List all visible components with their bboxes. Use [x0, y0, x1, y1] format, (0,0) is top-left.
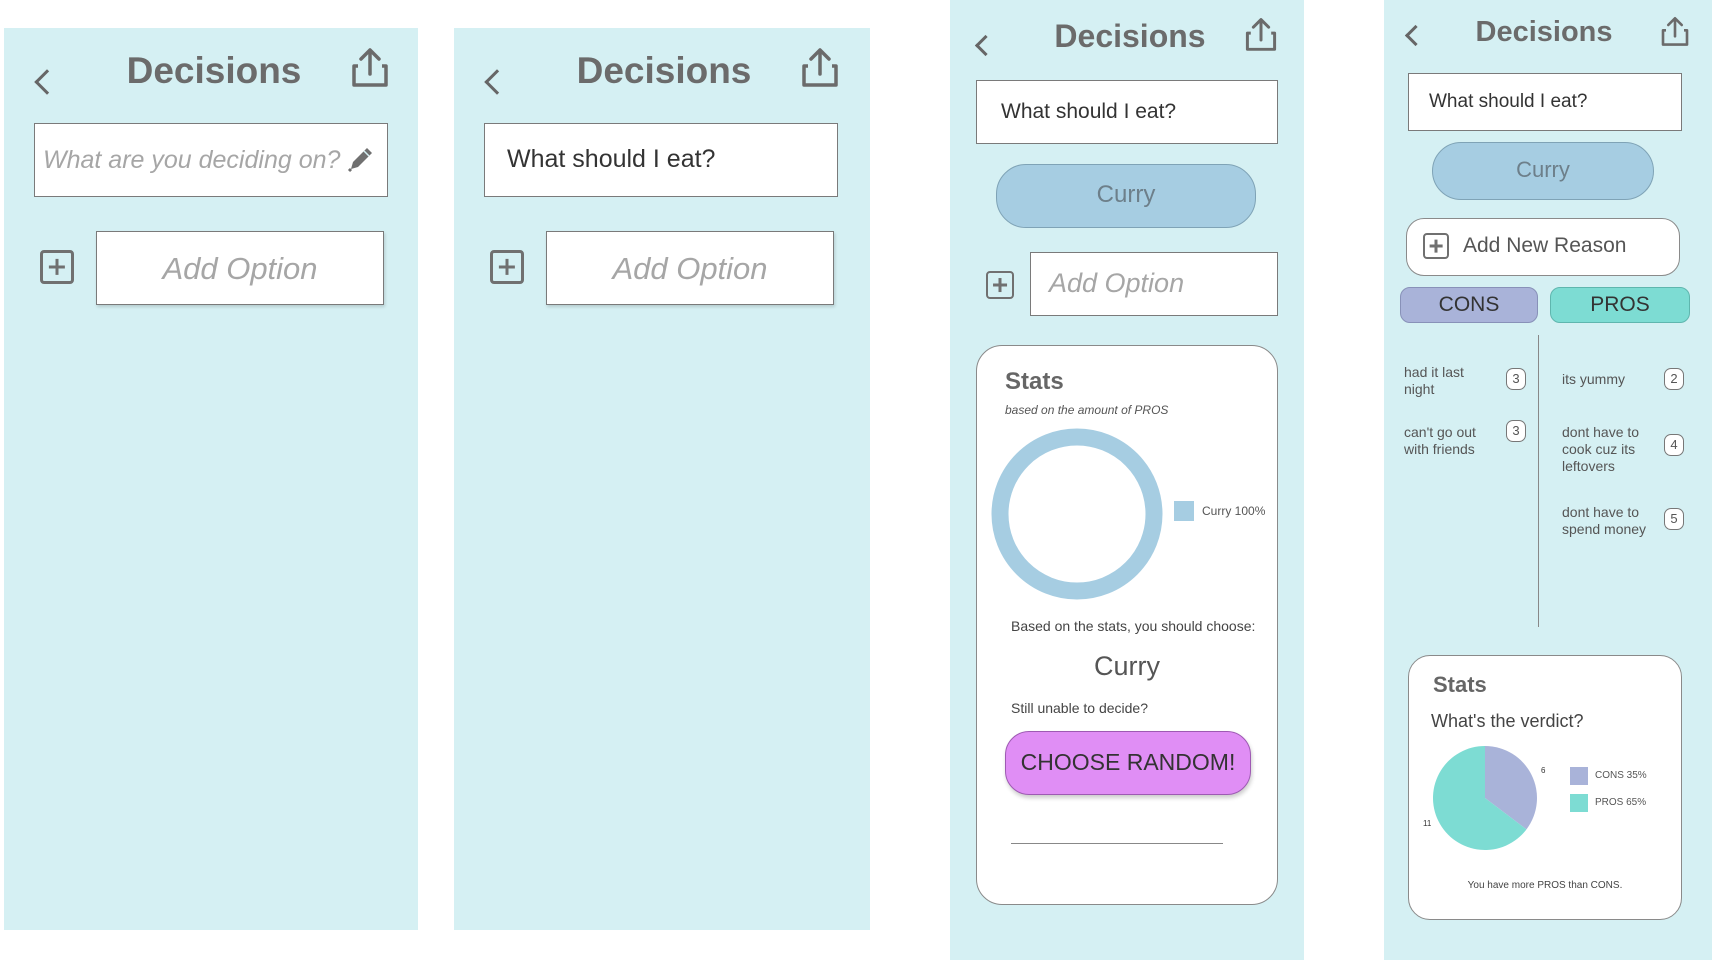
con-reason-2: can't go out with friends	[1404, 424, 1476, 457]
stats-title: Stats	[1005, 368, 1064, 395]
back-chevron-icon[interactable]	[974, 34, 997, 57]
pro-reason-1: its yummy	[1562, 371, 1625, 387]
add-option-input[interactable]: Add Option	[546, 231, 834, 305]
decision-input-placeholder: What are you deciding on?	[43, 146, 341, 174]
pros-cons-divider	[1538, 335, 1539, 627]
legend-swatch-pros	[1570, 794, 1588, 812]
screen-pros-cons: Decisions What should I eat? Curry Add N…	[1384, 0, 1712, 960]
decision-input[interactable]: What are you deciding on?	[34, 123, 388, 197]
decision-input[interactable]: What should I eat?	[976, 80, 1278, 144]
page-title: Decisions	[1054, 18, 1206, 54]
screen-option-stats: Decisions What should I eat? Curry Add O…	[950, 0, 1304, 960]
donut-slice-curry	[991, 428, 1163, 600]
pie-label-pros: 11	[1423, 819, 1432, 828]
option-curry-button[interactable]: Curry	[996, 164, 1256, 228]
pencil-icon[interactable]	[345, 143, 377, 175]
donut-chart	[991, 428, 1163, 600]
option-curry-button[interactable]: Curry	[1432, 142, 1654, 200]
legend-label-curry: Curry 100%	[1202, 504, 1266, 518]
add-option-input[interactable]: Add Option	[1030, 252, 1278, 316]
pros-tab[interactable]: PROS	[1550, 287, 1690, 323]
stats-title: Stats	[1433, 672, 1487, 697]
con-score-2[interactable]: 3	[1506, 420, 1526, 442]
legend-swatch-curry	[1174, 501, 1194, 521]
decision-input-value: What should I eat?	[1429, 91, 1588, 112]
back-chevron-icon[interactable]	[484, 69, 510, 95]
legend-label-pros: PROS 65%	[1595, 797, 1647, 808]
screen-question-entered: Decisions What should I eat? Add Option	[454, 28, 870, 930]
choose-random-button[interactable]: CHOOSE RANDOM!	[1005, 731, 1251, 795]
pro-score-1[interactable]: 2	[1664, 368, 1684, 390]
decision-input-value: What should I eat?	[507, 145, 716, 173]
decision-input[interactable]: What should I eat?	[1408, 73, 1682, 131]
page-title: Decisions	[126, 50, 302, 91]
share-icon[interactable]	[800, 46, 840, 88]
verdict-summary: You have more PROS than CONS.	[1467, 880, 1623, 891]
add-reason-button[interactable]: Add New Reason	[1406, 218, 1680, 276]
add-option-placeholder: Add Option	[1049, 268, 1185, 298]
verdict-stats-card: Stats What's the verdict? 6 11 CONS 35% …	[1408, 655, 1682, 920]
con-reason-1: had it last night	[1404, 364, 1464, 397]
unable-text: Still unable to decide?	[1011, 700, 1148, 716]
pro-reason-3: dont have to spend money	[1562, 504, 1647, 537]
share-icon[interactable]	[1244, 16, 1278, 52]
stats-subtitle: based on the amount of PROS	[1005, 403, 1169, 417]
pro-score-3[interactable]: 5	[1664, 508, 1684, 530]
cons-tab[interactable]: CONS	[1400, 287, 1538, 323]
pie-label-cons: 6	[1541, 766, 1546, 775]
stats-card: Stats based on the amount of PROS Curry …	[976, 345, 1278, 905]
share-icon[interactable]	[1660, 15, 1690, 47]
add-option-input[interactable]: Add Option	[96, 231, 384, 305]
add-option-plus-icon[interactable]	[986, 271, 1014, 299]
decision-input-value: What should I eat?	[1001, 100, 1177, 123]
screen-new-decision: Decisions What are you deciding on? Add …	[4, 28, 418, 930]
add-option-placeholder: Add Option	[612, 251, 768, 286]
legend-swatch-cons	[1570, 767, 1588, 785]
divider-line	[1011, 843, 1223, 844]
legend-label-cons: CONS 35%	[1595, 770, 1647, 781]
decision-input[interactable]: What should I eat?	[484, 123, 838, 197]
verdict-pie-chart	[1433, 746, 1537, 850]
back-chevron-icon[interactable]	[1404, 24, 1427, 47]
pro-score-2[interactable]: 4	[1664, 434, 1684, 456]
add-reason-plus-icon	[1423, 233, 1449, 259]
add-option-plus-icon[interactable]	[40, 250, 74, 284]
share-icon[interactable]	[350, 46, 390, 88]
back-chevron-icon[interactable]	[34, 69, 60, 95]
pro-reason-2: dont have to cook cuz its leftovers	[1562, 424, 1640, 474]
recommendation-text: Based on the stats, you should choose:	[1011, 618, 1256, 634]
add-option-plus-icon[interactable]	[490, 250, 524, 284]
con-score-1[interactable]: 3	[1506, 368, 1526, 390]
page-title: Decisions	[576, 50, 752, 91]
page-title: Decisions	[1475, 16, 1613, 48]
add-option-placeholder: Add Option	[162, 251, 318, 286]
recommendation-result: Curry	[1094, 651, 1160, 681]
verdict-heading: What's the verdict?	[1431, 711, 1584, 731]
add-reason-label: Add New Reason	[1463, 234, 1627, 257]
